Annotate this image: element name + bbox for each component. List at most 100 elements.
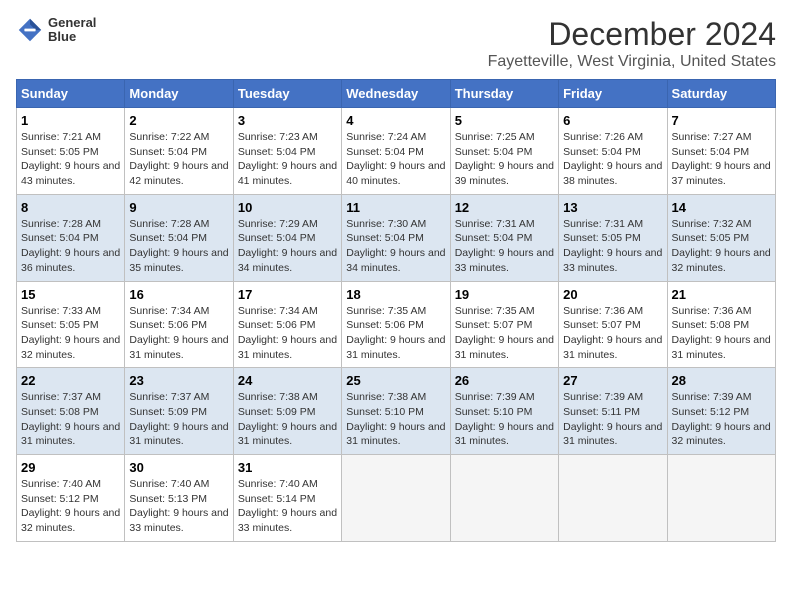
day-info: Sunrise: 7:40 AMSunset: 5:12 PMDaylight:… xyxy=(21,477,120,536)
day-info: Sunrise: 7:40 AMSunset: 5:14 PMDaylight:… xyxy=(238,477,337,536)
calendar-cell: 1 Sunrise: 7:21 AMSunset: 5:05 PMDaylight… xyxy=(17,108,125,195)
day-info: Sunrise: 7:37 AMSunset: 5:09 PMDaylight:… xyxy=(129,390,228,449)
day-info: Sunrise: 7:38 AMSunset: 5:09 PMDaylight:… xyxy=(238,390,337,449)
day-number: 10 xyxy=(238,200,337,215)
calendar-cell: 28 Sunrise: 7:39 AMSunset: 5:12 PMDayligh… xyxy=(667,368,775,455)
day-info: Sunrise: 7:26 AMSunset: 5:04 PMDaylight:… xyxy=(563,130,662,189)
calendar-cell: 21Sunrise: 7:36 AMSunset: 5:08 PMDayligh… xyxy=(667,281,775,368)
day-info: Sunrise: 7:28 AMSunset: 5:04 PMDaylight:… xyxy=(21,217,120,276)
calendar-title: December 2024 xyxy=(488,16,776,53)
day-info: Sunrise: 7:21 AMSunset: 5:05 PMDaylight:… xyxy=(21,130,120,189)
day-number: 12 xyxy=(455,200,554,215)
header-friday: Friday xyxy=(559,80,667,108)
calendar-cell xyxy=(342,455,450,542)
day-number: 27 xyxy=(563,373,662,388)
day-info: Sunrise: 7:25 AMSunset: 5:04 PMDaylight:… xyxy=(455,130,554,189)
day-info: Sunrise: 7:22 AMSunset: 5:04 PMDaylight:… xyxy=(129,130,228,189)
day-number: 6 xyxy=(563,113,662,128)
day-info: Sunrise: 7:38 AMSunset: 5:10 PMDaylight:… xyxy=(346,390,445,449)
day-number: 24 xyxy=(238,373,337,388)
calendar-cell xyxy=(450,455,558,542)
day-number: 28 xyxy=(672,373,771,388)
day-number: 2 xyxy=(129,113,228,128)
day-info: Sunrise: 7:32 AMSunset: 5:05 PMDaylight:… xyxy=(672,217,771,276)
day-number: 1 xyxy=(21,113,120,128)
day-number: 20 xyxy=(563,287,662,302)
day-number: 14 xyxy=(672,200,771,215)
week-row-4: 22Sunrise: 7:37 AMSunset: 5:08 PMDayligh… xyxy=(17,368,776,455)
day-number: 18 xyxy=(346,287,445,302)
calendar-cell: 3Sunrise: 7:23 AMSunset: 5:04 PMDaylight… xyxy=(233,108,341,195)
calendar-cell: 31 Sunrise: 7:40 AMSunset: 5:14 PMDayligh… xyxy=(233,455,341,542)
day-number: 3 xyxy=(238,113,337,128)
calendar-cell: 26 Sunrise: 7:39 AMSunset: 5:10 PMDayligh… xyxy=(450,368,558,455)
calendar-cell: 12 Sunrise: 7:31 AMSunset: 5:04 PMDayligh… xyxy=(450,194,558,281)
calendar-cell: 4 Sunrise: 7:24 AMSunset: 5:04 PMDaylight… xyxy=(342,108,450,195)
day-info: Sunrise: 7:28 AMSunset: 5:04 PMDaylight:… xyxy=(129,217,228,276)
calendar-cell: 13Sunrise: 7:31 AMSunset: 5:05 PMDayligh… xyxy=(559,194,667,281)
day-number: 5 xyxy=(455,113,554,128)
calendar-cell xyxy=(667,455,775,542)
calendar-cell: 7Sunrise: 7:27 AMSunset: 5:04 PMDaylight… xyxy=(667,108,775,195)
day-number: 23 xyxy=(129,373,228,388)
page-header: General Blue December 2024 Fayetteville,… xyxy=(16,16,776,71)
calendar-cell: 24 Sunrise: 7:38 AMSunset: 5:09 PMDayligh… xyxy=(233,368,341,455)
logo-icon xyxy=(16,16,44,44)
header-tuesday: Tuesday xyxy=(233,80,341,108)
day-info: Sunrise: 7:33 AMSunset: 5:05 PMDaylight:… xyxy=(21,304,120,363)
calendar-cell: 29 Sunrise: 7:40 AMSunset: 5:12 PMDayligh… xyxy=(17,455,125,542)
day-number: 16 xyxy=(129,287,228,302)
day-number: 26 xyxy=(455,373,554,388)
logo-line2: Blue xyxy=(48,30,96,44)
calendar-cell: 25 Sunrise: 7:38 AMSunset: 5:10 PMDayligh… xyxy=(342,368,450,455)
calendar-cell: 6 Sunrise: 7:26 AMSunset: 5:04 PMDaylight… xyxy=(559,108,667,195)
day-info: Sunrise: 7:24 AMSunset: 5:04 PMDaylight:… xyxy=(346,130,445,189)
day-info: Sunrise: 7:39 AMSunset: 5:10 PMDaylight:… xyxy=(455,390,554,449)
day-number: 8 xyxy=(21,200,120,215)
day-info: Sunrise: 7:30 AMSunset: 5:04 PMDaylight:… xyxy=(346,217,445,276)
week-row-2: 8 Sunrise: 7:28 AMSunset: 5:04 PMDaylight… xyxy=(17,194,776,281)
day-number: 31 xyxy=(238,460,337,475)
header-wednesday: Wednesday xyxy=(342,80,450,108)
day-info: Sunrise: 7:29 AMSunset: 5:04 PMDaylight:… xyxy=(238,217,337,276)
calendar-cell: 23 Sunrise: 7:37 AMSunset: 5:09 PMDayligh… xyxy=(125,368,233,455)
day-number: 21 xyxy=(672,287,771,302)
calendar-table: SundayMondayTuesdayWednesdayThursdayFrid… xyxy=(16,79,776,542)
calendar-cell: 5 Sunrise: 7:25 AMSunset: 5:04 PMDaylight… xyxy=(450,108,558,195)
calendar-subtitle: Fayetteville, West Virginia, United Stat… xyxy=(488,53,776,71)
day-number: 29 xyxy=(21,460,120,475)
header-thursday: Thursday xyxy=(450,80,558,108)
calendar-cell: 27Sunrise: 7:39 AMSunset: 5:11 PMDayligh… xyxy=(559,368,667,455)
calendar-cell: 17Sunrise: 7:34 AMSunset: 5:06 PMDayligh… xyxy=(233,281,341,368)
header-sunday: Sunday xyxy=(17,80,125,108)
day-info: Sunrise: 7:36 AMSunset: 5:07 PMDaylight:… xyxy=(563,304,662,363)
logo-line1: General xyxy=(48,16,96,30)
day-number: 9 xyxy=(129,200,228,215)
calendar-cell: 20 Sunrise: 7:36 AMSunset: 5:07 PMDayligh… xyxy=(559,281,667,368)
calendar-cell: 11 Sunrise: 7:30 AMSunset: 5:04 PMDayligh… xyxy=(342,194,450,281)
logo-text: General Blue xyxy=(48,16,96,45)
day-number: 30 xyxy=(129,460,228,475)
week-row-3: 15 Sunrise: 7:33 AMSunset: 5:05 PMDayligh… xyxy=(17,281,776,368)
calendar-cell: 18 Sunrise: 7:35 AMSunset: 5:06 PMDayligh… xyxy=(342,281,450,368)
day-number: 15 xyxy=(21,287,120,302)
title-area: December 2024 Fayetteville, West Virgini… xyxy=(488,16,776,71)
calendar-cell: 9 Sunrise: 7:28 AMSunset: 5:04 PMDaylight… xyxy=(125,194,233,281)
calendar-cell: 19Sunrise: 7:35 AMSunset: 5:07 PMDayligh… xyxy=(450,281,558,368)
calendar-cell: 10 Sunrise: 7:29 AMSunset: 5:04 PMDayligh… xyxy=(233,194,341,281)
calendar-cell: 14 Sunrise: 7:32 AMSunset: 5:05 PMDayligh… xyxy=(667,194,775,281)
day-info: Sunrise: 7:34 AMSunset: 5:06 PMDaylight:… xyxy=(238,304,337,363)
day-info: Sunrise: 7:34 AMSunset: 5:06 PMDaylight:… xyxy=(129,304,228,363)
calendar-cell: 22Sunrise: 7:37 AMSunset: 5:08 PMDayligh… xyxy=(17,368,125,455)
day-info: Sunrise: 7:39 AMSunset: 5:12 PMDaylight:… xyxy=(672,390,771,449)
day-info: Sunrise: 7:31 AMSunset: 5:04 PMDaylight:… xyxy=(455,217,554,276)
day-info: Sunrise: 7:35 AMSunset: 5:06 PMDaylight:… xyxy=(346,304,445,363)
day-number: 11 xyxy=(346,200,445,215)
header-saturday: Saturday xyxy=(667,80,775,108)
day-number: 7 xyxy=(672,113,771,128)
day-number: 19 xyxy=(455,287,554,302)
day-number: 4 xyxy=(346,113,445,128)
header-monday: Monday xyxy=(125,80,233,108)
week-row-5: 29 Sunrise: 7:40 AMSunset: 5:12 PMDayligh… xyxy=(17,455,776,542)
day-number: 25 xyxy=(346,373,445,388)
